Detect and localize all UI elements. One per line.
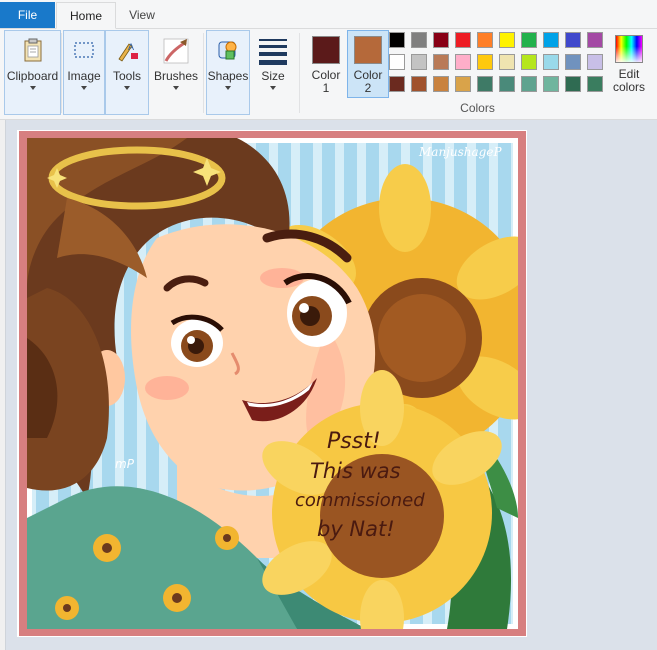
chevron-down-icon [81, 86, 87, 90]
color-spectrum-icon [615, 35, 643, 63]
tab-view[interactable]: View [116, 2, 168, 28]
line-size-icon [259, 39, 287, 65]
chevron-down-icon [124, 86, 130, 90]
tools-button[interactable]: A Tools [105, 30, 149, 115]
note-line-4: by Nat! [317, 517, 395, 541]
ribbon-divider [203, 33, 204, 113]
palette-color-swatch[interactable] [499, 32, 515, 48]
color1-label: Color 1 [306, 69, 346, 95]
size-button[interactable]: Size [251, 30, 295, 115]
chevron-down-icon [270, 86, 276, 90]
palette-color-swatch[interactable] [521, 32, 537, 48]
tab-home[interactable]: Home [56, 2, 116, 29]
artist-signature: ManjushageP [418, 145, 502, 159]
palette-color-swatch[interactable] [521, 76, 537, 92]
color2-swatch [354, 36, 382, 64]
tab-file[interactable]: File [0, 2, 55, 28]
edit-colors-text: Edit colors [612, 67, 645, 94]
size-label: Size [261, 69, 285, 83]
ribbon-divider [61, 33, 62, 113]
clipboard-label: Clipboard [6, 69, 59, 83]
clipboard-icon [24, 38, 41, 62]
palette-color-swatch[interactable] [587, 54, 603, 70]
color2-button[interactable]: Color 2 [347, 30, 389, 98]
chevron-down-icon [29, 86, 36, 90]
palette-color-swatch[interactable] [477, 32, 493, 48]
palette-color-swatch[interactable] [565, 54, 581, 70]
palette-color-swatch[interactable] [543, 32, 559, 48]
palette-color-swatch[interactable] [389, 54, 405, 70]
palette-color-swatch[interactable] [543, 76, 559, 92]
palette-color-swatch[interactable] [433, 32, 449, 48]
ribbon: Clipboard Image A Tools Brushes Shapes S… [0, 29, 657, 120]
color1-swatch [312, 36, 340, 64]
color2-label: Color 2 [348, 69, 388, 95]
select-icon [74, 42, 94, 58]
note-line-3: commissioned [295, 490, 425, 511]
colors-group-label: Colors [460, 101, 495, 115]
palette-color-swatch[interactable] [389, 76, 405, 92]
palette-color-swatch[interactable] [455, 32, 471, 48]
workspace-left-edge [0, 120, 6, 650]
palette-color-swatch[interactable] [433, 54, 449, 70]
palette-color-swatch[interactable] [477, 54, 493, 70]
palette-color-swatch[interactable] [499, 54, 515, 70]
palette-color-swatch[interactable] [455, 54, 471, 70]
palette-color-swatch[interactable] [521, 54, 537, 70]
brushes-button[interactable]: Brushes [150, 30, 202, 115]
palette-color-swatch[interactable] [433, 76, 449, 92]
portrait-illustration: Psst! This was commissioned by Nat! Manj… [27, 138, 518, 629]
ribbon-tab-strip: File Home View [0, 0, 657, 29]
tools-icon: A [118, 42, 138, 62]
chevron-down-icon [173, 86, 179, 90]
brushes-label: Brushes [153, 69, 199, 83]
palette-color-swatch[interactable] [565, 32, 581, 48]
shapes-icon [218, 41, 237, 60]
edit-colors-label: Edit colors [606, 68, 652, 94]
color1-text: Color 1 [311, 68, 341, 95]
tools-label: Tools [112, 69, 141, 83]
palette-color-swatch[interactable] [455, 76, 471, 92]
palette-color-swatch[interactable] [587, 32, 603, 48]
clipboard-button[interactable]: Clipboard [4, 30, 61, 115]
note-line-2: This was [310, 459, 401, 483]
ribbon-divider [299, 33, 300, 113]
svg-text:A: A [128, 42, 134, 52]
palette-color-swatch[interactable] [477, 76, 493, 92]
palette-color-swatch[interactable] [411, 76, 427, 92]
image-button[interactable]: Image [63, 30, 105, 115]
palette-color-swatch[interactable] [499, 76, 515, 92]
palette-color-swatch[interactable] [565, 76, 581, 92]
palette-color-swatch[interactable] [543, 54, 559, 70]
palette-color-swatch[interactable] [411, 54, 427, 70]
shapes-label: Shapes [207, 69, 249, 83]
color1-button[interactable]: Color 1 [305, 30, 347, 98]
color-palette [389, 32, 607, 96]
shapes-button[interactable]: Shapes [206, 30, 250, 115]
image-label: Image [67, 69, 101, 83]
edit-colors-button[interactable]: Edit colors [610, 30, 648, 96]
brush-icon [163, 38, 189, 64]
palette-color-swatch[interactable] [411, 32, 427, 48]
chevron-down-icon [225, 86, 231, 90]
corner-mark: mP [115, 457, 135, 471]
note-line-1: Psst! [327, 429, 381, 454]
color2-text: Color 2 [353, 68, 383, 95]
artwork-image[interactable]: Psst! This was commissioned by Nat! Manj… [27, 138, 518, 629]
palette-color-swatch[interactable] [587, 76, 603, 92]
palette-color-swatch[interactable] [389, 32, 405, 48]
